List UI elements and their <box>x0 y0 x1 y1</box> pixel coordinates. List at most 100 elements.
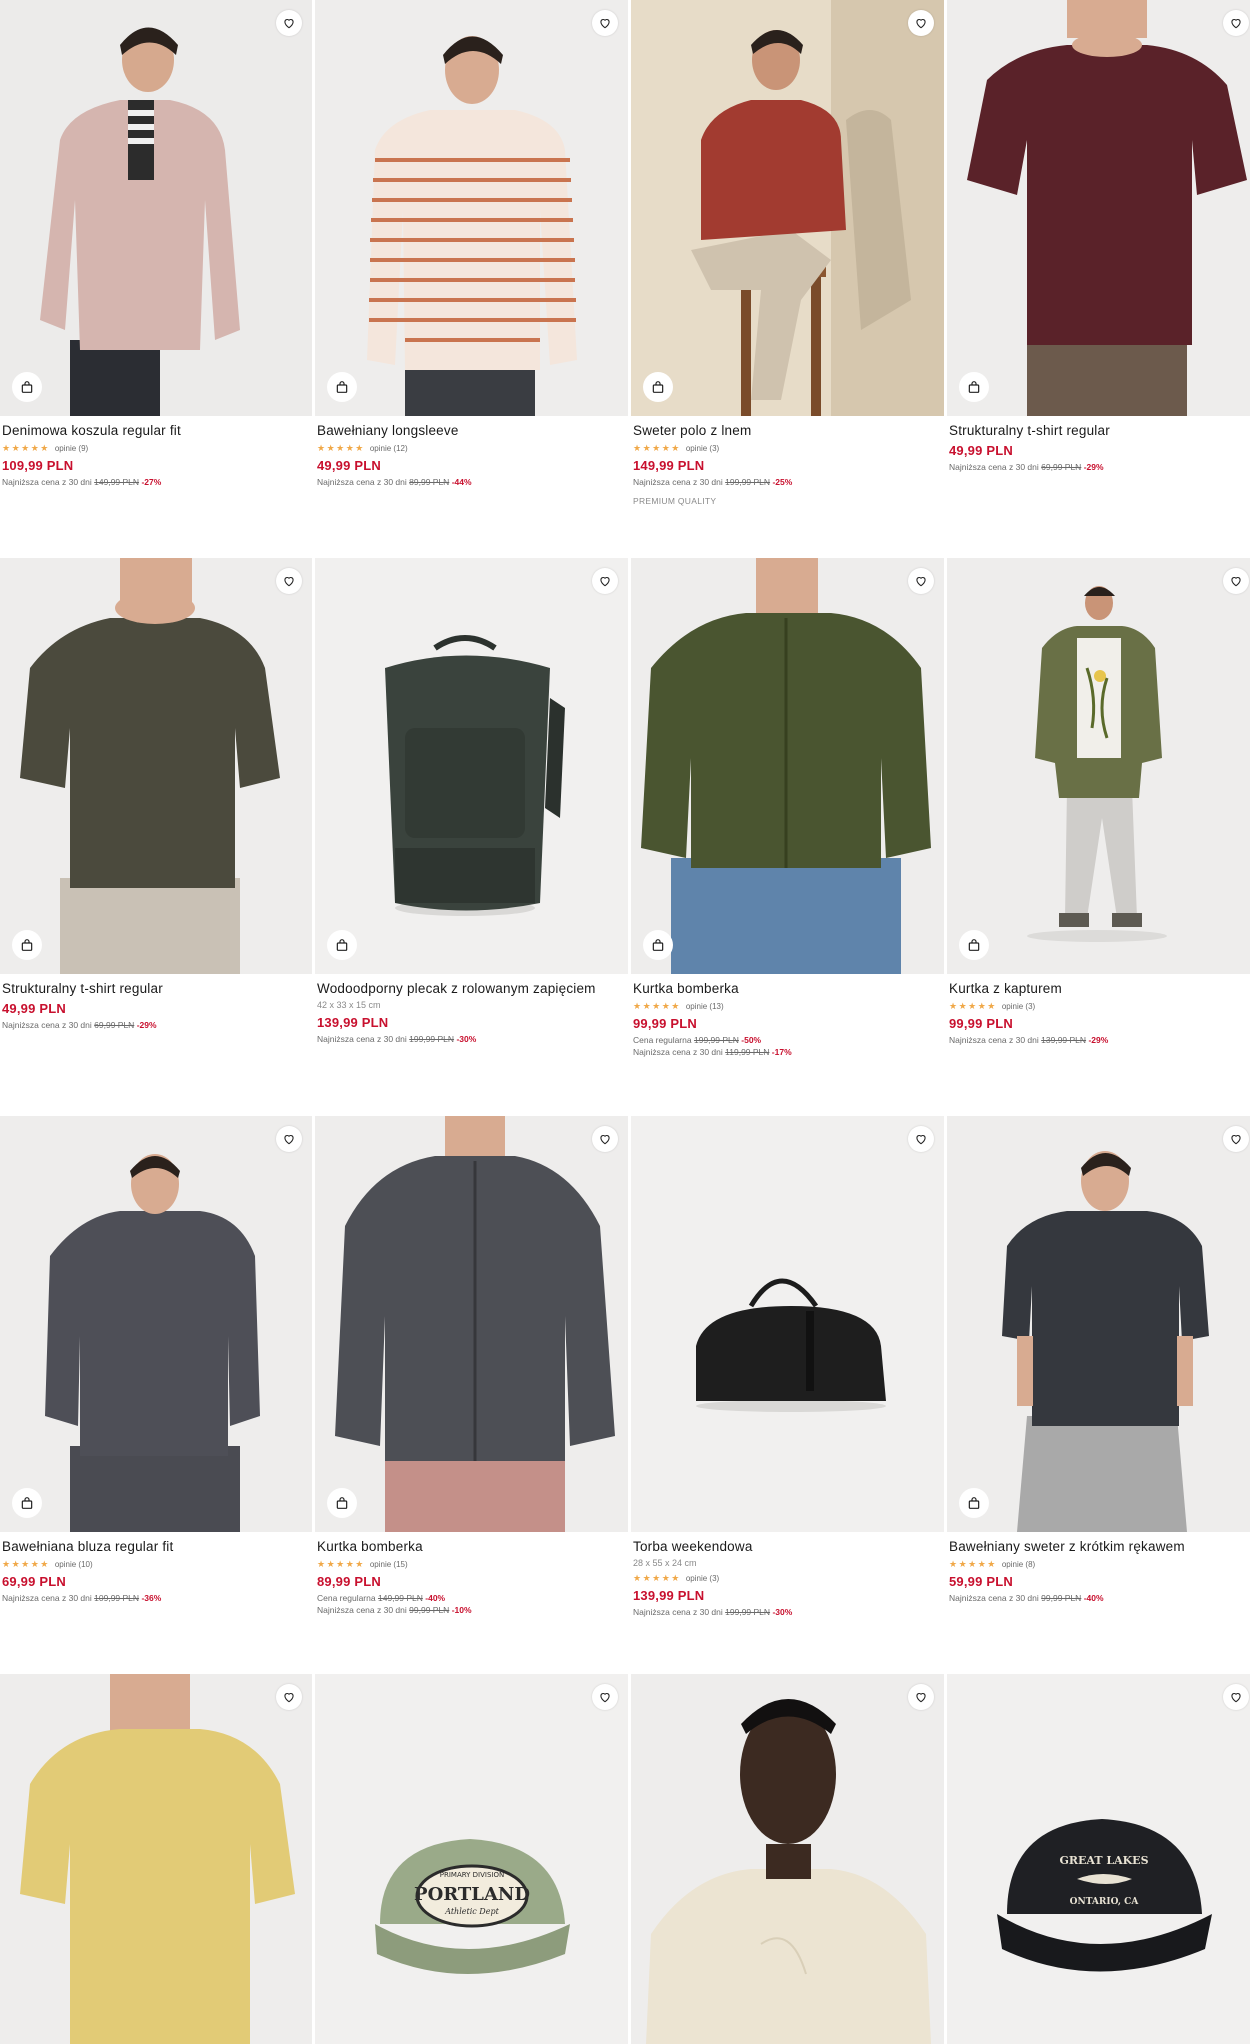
shopping-bag-icon[interactable] <box>643 930 673 960</box>
product-image[interactable]: PRIMARY DIVISION PORTLAND Athletic Dept <box>315 1674 628 2044</box>
product-price: 89,99 PLN <box>317 1574 381 1589</box>
product-image[interactable] <box>631 558 944 974</box>
product-title[interactable]: Bawełniana bluza regular fit <box>2 1539 310 1555</box>
product-title[interactable]: Bawełniany sweter z krótkim rękawem <box>949 1539 1250 1555</box>
product-image[interactable] <box>0 1116 312 1532</box>
product-card[interactable]: Wodoodporny plecak z rolowanym zapięciem… <box>315 558 628 1116</box>
review-count[interactable]: opinie (13) <box>686 1002 724 1011</box>
review-count[interactable]: opinie (15) <box>370 1560 408 1569</box>
product-title[interactable]: Denimowa koszula regular fit <box>2 423 310 439</box>
product-card[interactable]: Bawełniany sweter z krótkim rękawem ★★★★… <box>947 1116 1250 1674</box>
review-count[interactable]: opinie (8) <box>1002 1560 1035 1569</box>
product-card[interactable]: GREAT LAKES ONTARIO, CA <box>947 1674 1250 2044</box>
review-count[interactable]: opinie (9) <box>55 444 88 453</box>
product-price: 49,99 PLN <box>2 1001 66 1016</box>
product-card[interactable]: Strukturalny t-shirt regular 49,99 PLN N… <box>947 0 1250 558</box>
product-rating: ★★★★★ opinie (12) <box>317 442 626 454</box>
shopping-bag-icon[interactable] <box>12 930 42 960</box>
product-image[interactable]: GREAT LAKES ONTARIO, CA <box>947 1674 1250 2044</box>
product-card[interactable]: Kurtka bomberka ★★★★★ opinie (15) 89,99 P… <box>315 1116 628 1674</box>
heart-icon[interactable] <box>592 1126 618 1152</box>
product-image[interactable] <box>315 558 628 974</box>
product-title[interactable]: Kurtka bomberka <box>317 1539 626 1555</box>
product-price: 69,99 PLN <box>2 1574 66 1589</box>
product-card[interactable]: Sweter polo z lnem ★★★★★ opinie (3) 149,9… <box>631 0 944 558</box>
product-title[interactable]: Kurtka z kapturem <box>949 981 1250 997</box>
product-card[interactable]: PRIMARY DIVISION PORTLAND Athletic Dept <box>315 1674 628 2044</box>
product-image[interactable] <box>631 1116 944 1532</box>
heart-icon[interactable] <box>908 1126 934 1152</box>
heart-icon[interactable] <box>908 1684 934 1710</box>
lowest-price-note: Najniższa cena z 30 dni 69,99 PLN -29% <box>2 1020 157 1030</box>
shopping-bag-icon[interactable] <box>327 1488 357 1518</box>
heart-icon[interactable] <box>592 1684 618 1710</box>
heart-icon[interactable] <box>908 568 934 594</box>
review-count[interactable]: opinie (12) <box>370 444 408 453</box>
product-card[interactable]: Strukturalny t-shirt regular 49,99 PLN N… <box>0 558 312 1116</box>
product-card[interactable]: Denimowa koszula regular fit ★★★★★ opinie… <box>0 0 312 558</box>
product-card[interactable]: Bawełniana bluza regular fit ★★★★★ opinie… <box>0 1116 312 1674</box>
heart-icon[interactable] <box>1223 568 1249 594</box>
cap-great-lakes-text: GREAT LAKES <box>1059 1854 1148 1867</box>
product-title[interactable]: Sweter polo z lnem <box>633 423 942 439</box>
heart-icon[interactable] <box>1223 10 1249 36</box>
product-image[interactable] <box>947 0 1250 416</box>
star-rating-icon: ★★★★★ <box>949 1001 997 1011</box>
product-price: 49,99 PLN <box>317 458 381 473</box>
heart-icon[interactable] <box>908 10 934 36</box>
product-title[interactable]: Kurtka bomberka <box>633 981 942 997</box>
lowest-price-note: Najniższa cena z 30 dni 149,99 PLN -27% <box>2 477 162 487</box>
shopping-bag-icon[interactable] <box>12 1488 42 1518</box>
product-image[interactable] <box>315 0 628 416</box>
product-price: 59,99 PLN <box>949 1574 1013 1589</box>
product-grid-row-3: Bawełniana bluza regular fit ★★★★★ opinie… <box>0 1116 1250 1674</box>
star-rating-icon: ★★★★★ <box>2 443 50 453</box>
shopping-bag-icon[interactable] <box>643 372 673 402</box>
product-image[interactable] <box>0 0 312 416</box>
product-image[interactable] <box>631 0 944 416</box>
product-title[interactable]: Strukturalny t-shirt regular <box>2 981 310 997</box>
shopping-bag-icon[interactable] <box>959 930 989 960</box>
product-card[interactable]: Bawełniany longsleeve ★★★★★ opinie (12) 4… <box>315 0 628 558</box>
heart-icon[interactable] <box>276 1684 302 1710</box>
product-photo-knit-tee <box>947 1116 1250 1532</box>
product-title[interactable]: Torba weekendowa <box>633 1539 942 1555</box>
lowest-price-note: Najniższa cena z 30 dni 109,99 PLN -36% <box>2 1593 162 1603</box>
product-card[interactable]: Torba weekendowa 28 x 55 x 24 cm ★★★★★ op… <box>631 1116 944 1674</box>
heart-icon[interactable] <box>592 10 618 36</box>
product-price: 99,99 PLN <box>633 1016 697 1031</box>
review-count[interactable]: opinie (3) <box>686 444 719 453</box>
product-photo-hooded-jacket <box>947 558 1250 974</box>
shopping-bag-icon[interactable] <box>959 1488 989 1518</box>
product-card[interactable] <box>631 1674 944 2044</box>
product-image[interactable] <box>947 1116 1250 1532</box>
heart-icon[interactable] <box>276 10 302 36</box>
product-title[interactable]: Strukturalny t-shirt regular <box>949 423 1250 439</box>
heart-icon[interactable] <box>592 568 618 594</box>
product-card[interactable] <box>0 1674 312 2044</box>
shopping-bag-icon[interactable] <box>327 930 357 960</box>
product-image[interactable] <box>0 558 312 974</box>
heart-icon[interactable] <box>276 568 302 594</box>
product-image[interactable] <box>631 1674 944 2044</box>
star-rating-icon: ★★★★★ <box>633 1573 681 1583</box>
product-image[interactable] <box>315 1116 628 1532</box>
product-image[interactable] <box>0 1674 312 2044</box>
product-title[interactable]: Wodoodporny plecak z rolowanym zapięciem <box>317 981 626 997</box>
shopping-bag-icon[interactable] <box>327 372 357 402</box>
shopping-bag-icon[interactable] <box>12 372 42 402</box>
heart-icon[interactable] <box>1223 1126 1249 1152</box>
heart-icon[interactable] <box>1223 1684 1249 1710</box>
heart-icon[interactable] <box>276 1126 302 1152</box>
product-photo-bomber-grey <box>315 1116 628 1532</box>
review-count[interactable]: opinie (3) <box>686 1574 719 1583</box>
product-card[interactable]: Kurtka z kapturem ★★★★★ opinie (3) 99,99 … <box>947 558 1250 1116</box>
review-count[interactable]: opinie (10) <box>55 1560 93 1569</box>
product-card[interactable]: Kurtka bomberka ★★★★★ opinie (13) 99,99 P… <box>631 558 944 1116</box>
review-count[interactable]: opinie (3) <box>1002 1002 1035 1011</box>
product-photo-backpack <box>315 558 628 974</box>
shopping-bag-icon[interactable] <box>959 372 989 402</box>
product-image[interactable] <box>947 558 1250 974</box>
product-rating: ★★★★★ opinie (3) <box>949 1000 1250 1012</box>
product-title[interactable]: Bawełniany longsleeve <box>317 423 626 439</box>
